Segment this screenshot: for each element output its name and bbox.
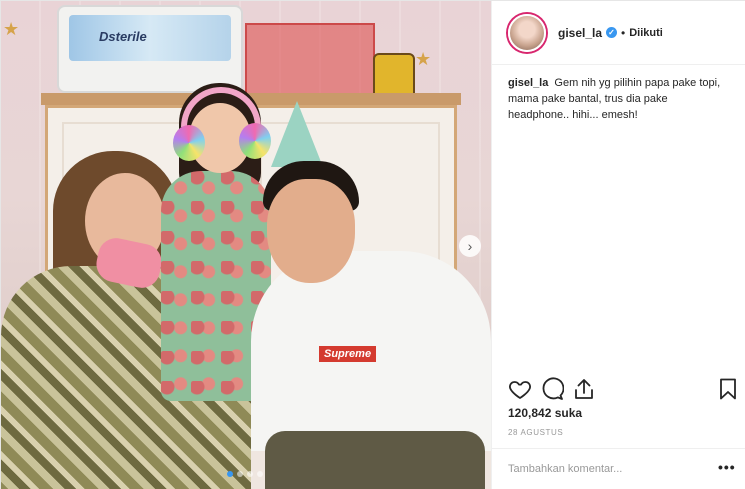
- follow-status-button[interactable]: Diikuti: [629, 27, 663, 39]
- share-icon[interactable]: [572, 377, 596, 401]
- post-photo[interactable]: ★ ★ Dsterile Supreme ›: [1, 1, 491, 489]
- separator-dot: •: [621, 25, 626, 40]
- carousel-dot: [247, 471, 253, 477]
- verified-badge-icon: ✓: [606, 27, 618, 38]
- post-date[interactable]: 28 AGUSTUS: [508, 428, 563, 437]
- man-shorts: [265, 431, 485, 489]
- carousel-dot: [227, 471, 233, 477]
- carousel-dots: [227, 471, 263, 477]
- sterilizer-brand: Dsterile: [99, 29, 147, 44]
- comment-input[interactable]: [508, 459, 708, 479]
- carousel-dot: [237, 471, 243, 477]
- earmuff-right: [239, 123, 271, 159]
- heart-icon[interactable]: [508, 377, 532, 401]
- party-hat: [271, 101, 323, 167]
- sterilizer-window: [69, 15, 231, 61]
- sterilizer: Dsterile: [57, 5, 243, 93]
- star-decoration: ★: [415, 49, 432, 69]
- caption: gisel_la Gem nih yg pilihin papa pake to…: [492, 65, 745, 123]
- action-bar: [508, 377, 740, 403]
- toy-box: [245, 23, 375, 95]
- caption-username-link[interactable]: gisel_la: [508, 77, 548, 89]
- chevron-right-icon[interactable]: ›: [459, 235, 481, 257]
- avatar[interactable]: [508, 13, 546, 52]
- comment-icon[interactable]: [540, 377, 564, 401]
- like-count[interactable]: 120,842 suka: [508, 406, 582, 420]
- comment-bar: •••: [492, 448, 745, 489]
- post-side-panel: gisel_la ✓ • Diikuti gisel_la Gem nih yg…: [491, 1, 745, 489]
- post-header: gisel_la ✓ • Diikuti: [492, 1, 745, 65]
- username-link[interactable]: gisel_la: [558, 26, 602, 40]
- bookmark-icon[interactable]: [716, 377, 740, 401]
- star-decoration: ★: [3, 19, 20, 39]
- man-face: [267, 179, 355, 283]
- carousel-dot: [257, 471, 263, 477]
- shirt-logo: Supreme: [319, 346, 377, 362]
- instagram-post: ★ ★ Dsterile Supreme › gisel_la ✓ • Diik…: [0, 0, 745, 489]
- earmuff-left: [173, 125, 205, 161]
- more-options-icon[interactable]: •••: [718, 459, 736, 475]
